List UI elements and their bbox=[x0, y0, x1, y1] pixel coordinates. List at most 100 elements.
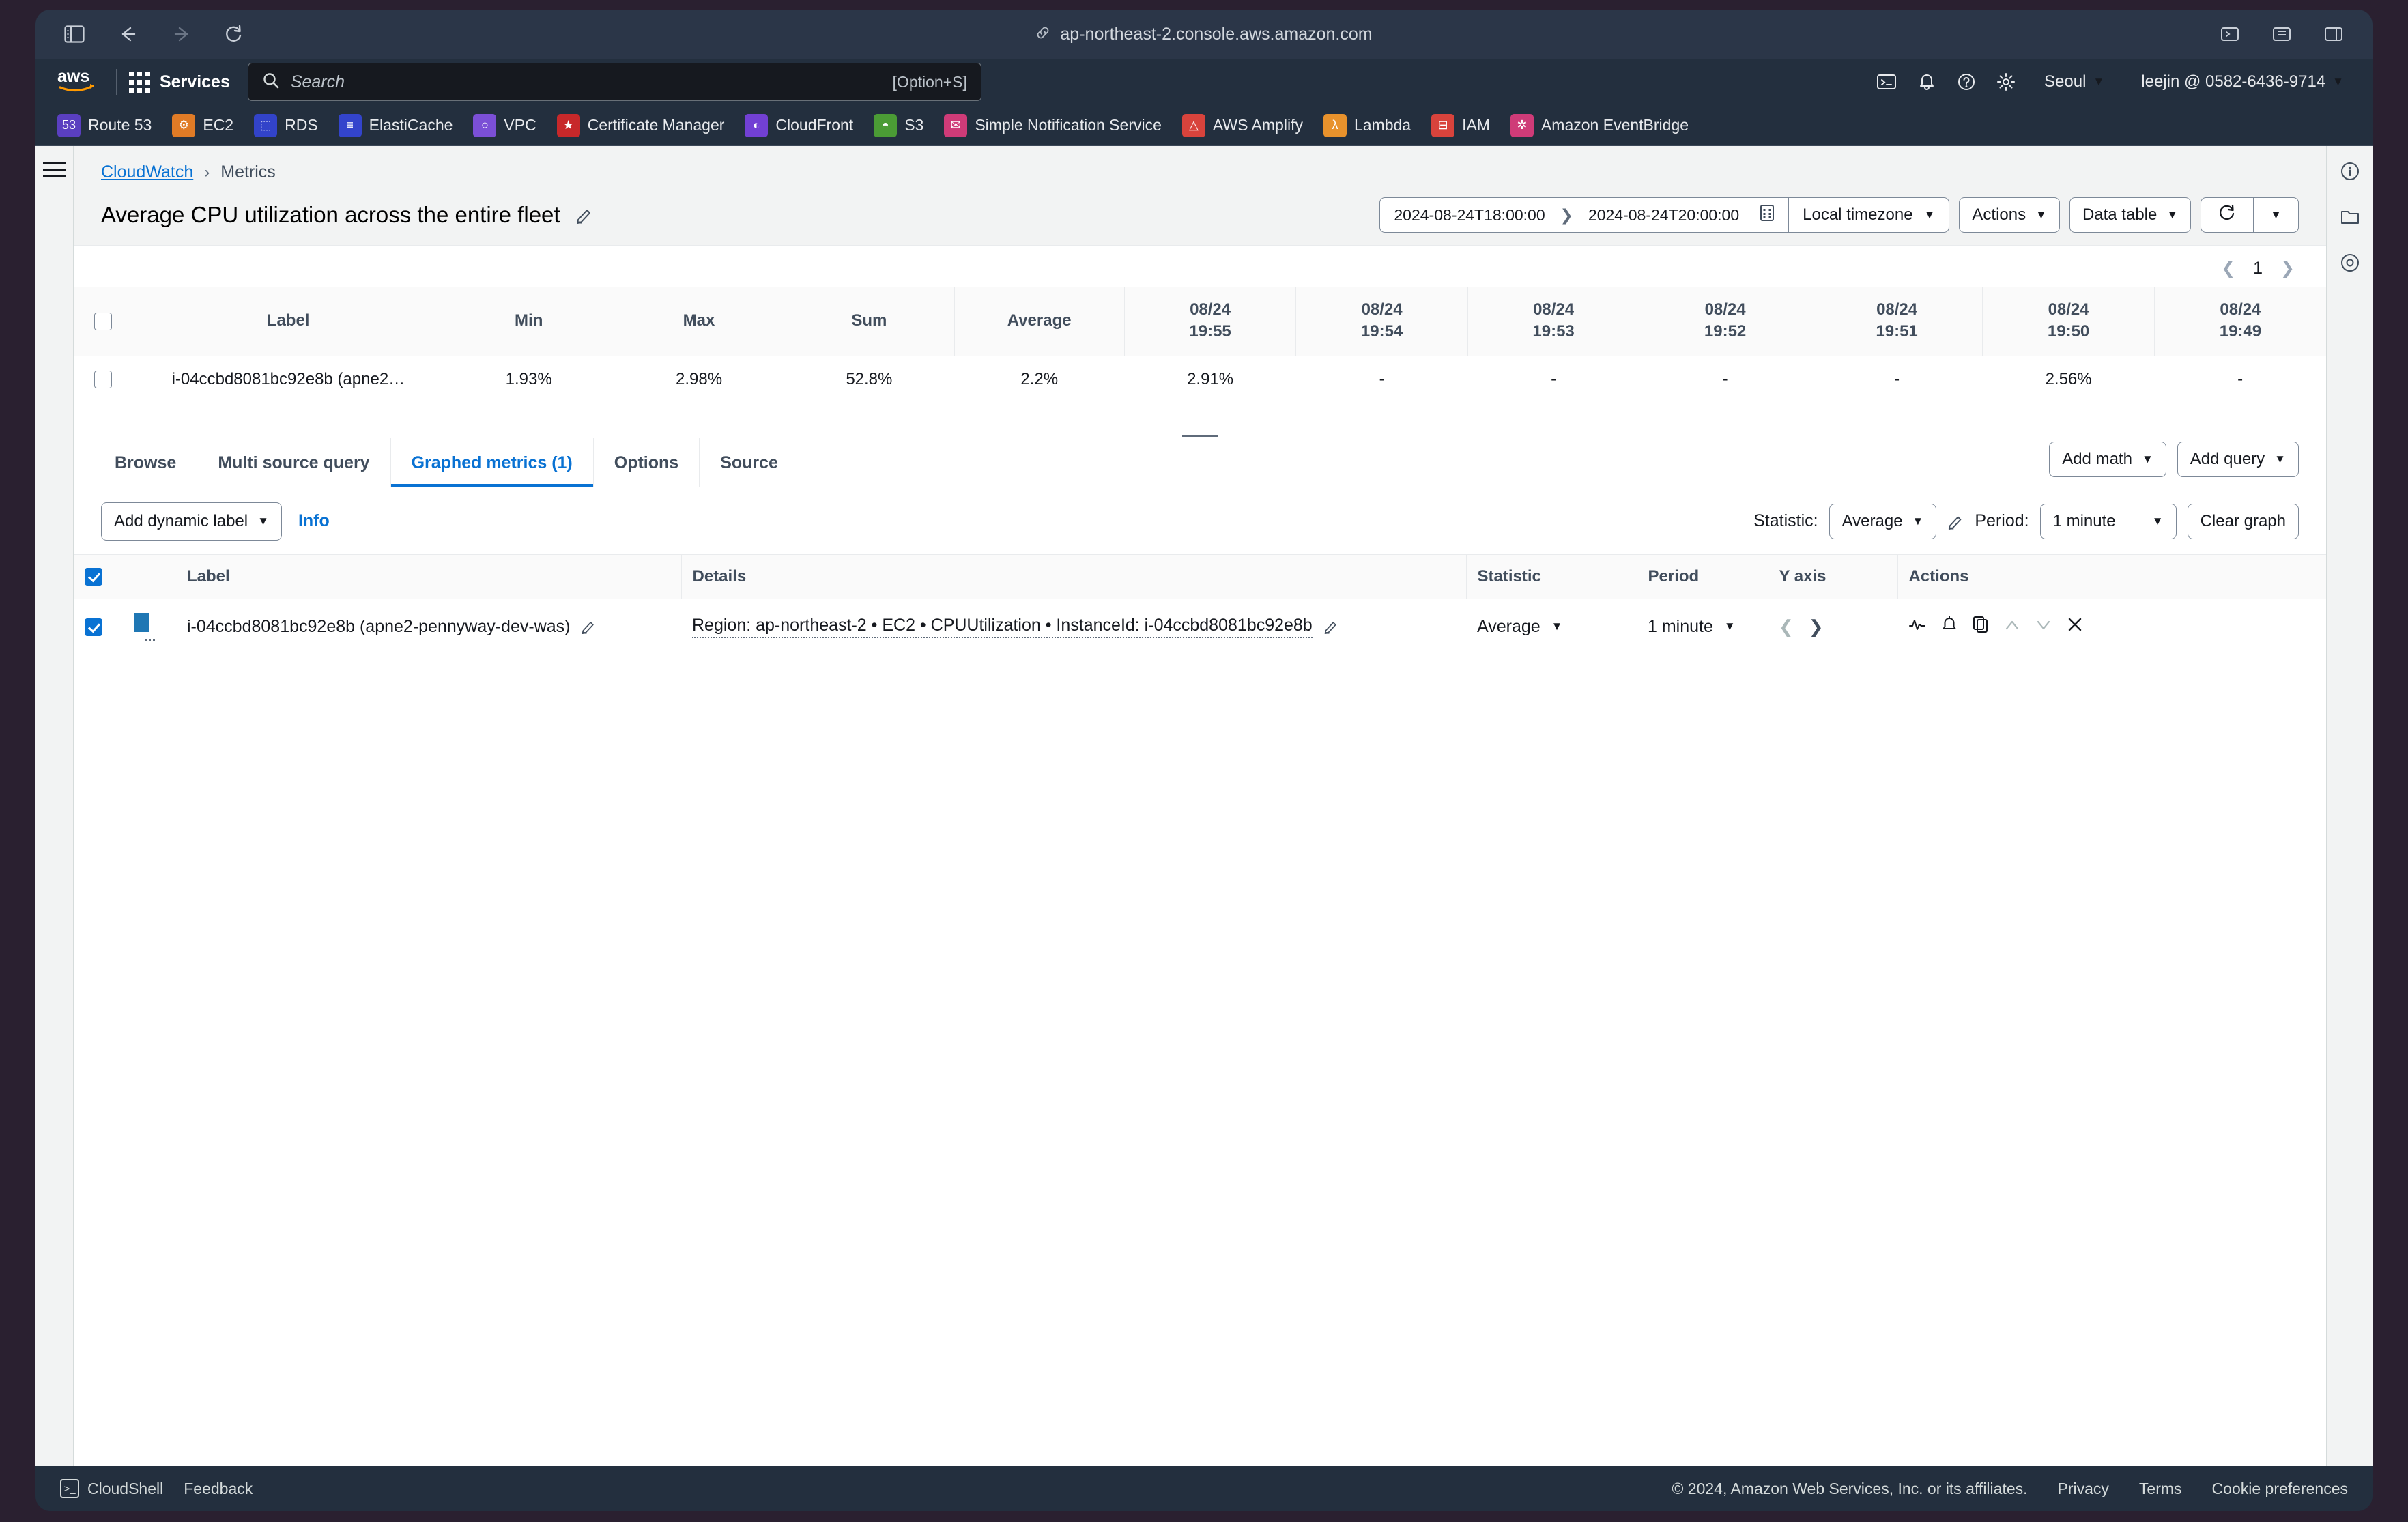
menu-toggle-icon[interactable] bbox=[42, 162, 66, 177]
duplicate-icon[interactable] bbox=[1973, 616, 1989, 638]
favorite-item[interactable]: λ Lambda bbox=[1323, 113, 1411, 137]
favorite-item[interactable]: ○ VPC bbox=[473, 113, 536, 137]
refresh-options-button[interactable]: ▼ bbox=[2253, 197, 2299, 233]
gm-statistic-cell[interactable]: Average ▼ bbox=[1466, 599, 1637, 655]
row-value: - bbox=[2154, 356, 2326, 403]
tab-multi-source-query[interactable]: Multi source query bbox=[197, 437, 391, 487]
region-selector[interactable]: Seoul ▼ bbox=[2036, 67, 2112, 97]
chevron-left-icon[interactable]: ❮ bbox=[2221, 258, 2235, 278]
gm-color-cell[interactable] bbox=[123, 599, 176, 655]
row-min: 1.93% bbox=[444, 356, 614, 403]
cookie-preferences-link[interactable]: Cookie preferences bbox=[2212, 1480, 2348, 1498]
terms-link[interactable]: Terms bbox=[2139, 1480, 2182, 1498]
range-end[interactable]: 2024-08-24T20:00:00 bbox=[1588, 206, 1739, 225]
url-bar[interactable]: ap-northeast-2.console.aws.amazon.com bbox=[35, 25, 2373, 44]
graphed-metric-row[interactable]: i-04ccbd8081bc92e8b (apne2-pennyway-dev-… bbox=[74, 599, 2326, 655]
settings-icon[interactable] bbox=[1996, 72, 2016, 91]
aws-logo[interactable]: aws bbox=[56, 67, 98, 98]
footer-right: © 2024, Amazon Web Services, Inc. or its… bbox=[1672, 1480, 2348, 1498]
graphed-metrics-table: Label Details Statistic Period Y axis Actions… bbox=[74, 554, 2326, 655]
favorite-item[interactable]: ◐ CloudFront bbox=[745, 113, 853, 137]
remove-icon[interactable] bbox=[2067, 616, 2083, 637]
gm-select-all-checkbox[interactable] bbox=[85, 568, 102, 586]
cloudshell-icon[interactable] bbox=[1876, 72, 1897, 91]
date-range-inputs[interactable]: 2024-08-24T18:00:00 ❯ 2024-08-24T20:00:0… bbox=[1379, 197, 1789, 233]
account-menu[interactable]: leejin @ 0582-6436-9714 ▼ bbox=[2133, 67, 2352, 97]
add-dynamic-label-button[interactable]: Add dynamic label ▼ bbox=[101, 502, 282, 541]
tab-graphed-metrics-1[interactable]: Graphed metrics (1) bbox=[391, 437, 594, 487]
help-panel-icon[interactable] bbox=[2340, 253, 2360, 276]
favorite-item[interactable]: ✲ Amazon EventBridge bbox=[1510, 113, 1689, 137]
y-axis-right-icon[interactable]: ❯ bbox=[1809, 616, 1824, 637]
favorite-item[interactable]: ≡ ElastiCache bbox=[338, 113, 453, 137]
move-down-icon[interactable] bbox=[2035, 617, 2052, 637]
cloudshell-button[interactable]: >_ CloudShell bbox=[60, 1479, 163, 1498]
forward-arrow-icon[interactable] bbox=[167, 20, 195, 48]
view-mode-selector[interactable]: Data table ▼ bbox=[2069, 197, 2192, 233]
favorite-item[interactable]: ◓ S3 bbox=[874, 113, 923, 137]
info-link[interactable]: Info bbox=[298, 511, 330, 531]
chevron-down-icon: ▼ bbox=[1551, 620, 1563, 633]
series-color-swatch[interactable] bbox=[134, 612, 149, 632]
page-number[interactable]: 1 bbox=[2253, 259, 2263, 278]
table-row[interactable]: i-04ccbd8081bc92e8b (apne2… 1.93% 2.98% 52.… bbox=[74, 356, 2326, 403]
tab-options[interactable]: Options bbox=[594, 437, 700, 487]
actions-button[interactable]: Actions ▼ bbox=[1959, 197, 2060, 233]
statistic-selector[interactable]: Average ▼ bbox=[1829, 503, 1937, 539]
favorite-item[interactable]: ★ Certificate Manager bbox=[556, 113, 724, 137]
resize-grabber[interactable] bbox=[74, 403, 2326, 438]
share-icon[interactable] bbox=[2267, 20, 2296, 48]
notifications-icon[interactable] bbox=[1917, 72, 1936, 91]
favorite-item[interactable]: ⬚ RDS bbox=[254, 113, 318, 137]
breadcrumb-cloudwatch[interactable]: CloudWatch bbox=[101, 162, 193, 182]
chevron-down-icon: ▼ bbox=[2274, 452, 2286, 465]
tab-overview-icon[interactable] bbox=[2319, 20, 2348, 48]
range-start[interactable]: 2024-08-24T18:00:00 bbox=[1394, 206, 1545, 225]
select-all-checkbox[interactable] bbox=[94, 312, 113, 330]
favorite-item[interactable]: ⊟ IAM bbox=[1431, 113, 1490, 137]
add-query-button[interactable]: Add query ▼ bbox=[2177, 441, 2299, 477]
favorite-item[interactable]: 53 Route 53 bbox=[57, 113, 152, 137]
pencil-edit-icon[interactable] bbox=[1323, 619, 1338, 635]
calendar-icon[interactable] bbox=[1760, 204, 1775, 226]
timezone-selector[interactable]: Local timezone ▼ bbox=[1788, 197, 1950, 233]
period-selector[interactable]: 1 minute ▼ bbox=[2039, 503, 2177, 539]
gm-details: Region: ap-northeast-2 • EC2 • CPUUtiliz… bbox=[692, 616, 1313, 638]
services-menu-button[interactable]: Services bbox=[129, 71, 230, 93]
y-axis-left-icon[interactable]: ❮ bbox=[1779, 616, 1794, 637]
pencil-edit-icon[interactable] bbox=[1947, 513, 1964, 530]
pencil-edit-icon[interactable] bbox=[581, 619, 596, 635]
anomaly-detection-icon[interactable] bbox=[1908, 617, 1926, 637]
url-text: ap-northeast-2.console.aws.amazon.com bbox=[1060, 24, 1373, 44]
time-column-header: 08/24 19:49 bbox=[2153, 287, 2326, 356]
search-shortcut-hint: [Option+S] bbox=[892, 72, 967, 91]
add-math-button[interactable]: Add math ▼ bbox=[2049, 441, 2166, 477]
favorite-item[interactable]: △ AWS Amplify bbox=[1181, 113, 1303, 137]
refresh-button[interactable] bbox=[2201, 197, 2254, 233]
extensions-icon[interactable] bbox=[2216, 20, 2244, 48]
service-icon: 53 bbox=[57, 113, 81, 137]
help-icon[interactable] bbox=[1957, 72, 1976, 91]
search-input[interactable]: Search [Option+S] bbox=[247, 63, 981, 101]
folder-icon[interactable] bbox=[2340, 207, 2360, 231]
move-up-icon[interactable] bbox=[2004, 617, 2020, 637]
feedback-link[interactable]: Feedback bbox=[184, 1480, 253, 1498]
gm-period-cell[interactable]: 1 minute ▼ bbox=[1637, 599, 1768, 655]
row-checkbox[interactable] bbox=[94, 371, 113, 389]
back-arrow-icon[interactable] bbox=[113, 20, 142, 48]
tab-source[interactable]: Source bbox=[700, 438, 799, 487]
reload-icon[interactable] bbox=[220, 20, 248, 48]
gm-row-checkbox[interactable] bbox=[85, 618, 102, 637]
tab-browse[interactable]: Browse bbox=[101, 437, 198, 487]
info-panel-icon[interactable] bbox=[2340, 161, 2360, 185]
sidebar-toggle-icon[interactable] bbox=[60, 20, 89, 48]
gm-details-cell: Region: ap-northeast-2 • EC2 • CPUUtiliz… bbox=[681, 599, 1466, 655]
privacy-link[interactable]: Privacy bbox=[2058, 1480, 2109, 1498]
pencil-edit-icon[interactable] bbox=[575, 206, 593, 224]
favorite-item[interactable]: ⚙ EC2 bbox=[172, 113, 233, 137]
chevron-right-icon[interactable]: ❯ bbox=[2280, 258, 2295, 278]
favorite-item[interactable]: ✉ Simple Notification Service bbox=[944, 113, 1162, 137]
clear-graph-button[interactable]: Clear graph bbox=[2187, 503, 2299, 539]
date-range-picker[interactable]: 2024-08-24T18:00:00 ❯ 2024-08-24T20:00:0… bbox=[1379, 197, 1950, 233]
alarm-bell-icon[interactable] bbox=[1941, 616, 1958, 638]
